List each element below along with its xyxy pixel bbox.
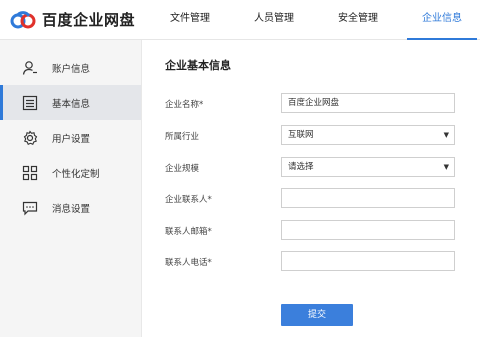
- field-label-text: 企业联系人: [165, 195, 208, 205]
- contact-phone-input[interactable]: [281, 251, 455, 271]
- form-row-industry: 所属行业 互联网 ▼: [165, 125, 465, 147]
- app-logo[interactable]: 百度企业网盘: [10, 6, 135, 32]
- gear-icon: [22, 129, 38, 146]
- submit-button[interactable]: 提交: [281, 304, 353, 326]
- form-row-company-name: 企业名称* 百度企业网盘: [165, 93, 465, 115]
- industry-label: 所属行业: [165, 130, 199, 142]
- sidebar-item-label: 基本信息: [52, 98, 91, 110]
- contact-email-label: 联系人邮箱*: [165, 225, 212, 237]
- tab-enterprise-info[interactable]: 企业信息: [400, 0, 480, 41]
- company-size-select-value: 请选择: [288, 162, 314, 172]
- sidebar-item-label: 账户信息: [52, 63, 91, 75]
- main-content: 企业基本信息 企业名称* 百度企业网盘 所属行业 互联网 ▼ 企业规模 请选择 …: [143, 40, 480, 337]
- sidebar-item-label: 个性化定制: [52, 168, 100, 180]
- required-mark: *: [207, 227, 212, 237]
- grid-icon: [22, 165, 38, 181]
- sidebar-item-basic-info[interactable]: 基本信息: [0, 85, 141, 120]
- user-icon: [22, 60, 38, 76]
- tab-people-management[interactable]: 人员管理: [232, 0, 316, 40]
- field-label-text: 企业规模: [165, 164, 200, 174]
- required-mark: *: [207, 258, 212, 268]
- sidebar-item-message-settings[interactable]: 消息设置: [0, 190, 141, 225]
- field-label-text: 所属行业: [165, 132, 200, 142]
- industry-select-value: 互联网: [288, 130, 314, 140]
- logo-text: 百度企业网盘: [42, 10, 136, 29]
- field-label-text: 联系人电话: [165, 258, 208, 268]
- contact-person-input[interactable]: [281, 188, 455, 208]
- industry-select[interactable]: 互联网 ▼: [281, 125, 455, 145]
- form-row-contact-person: 企业联系人*: [165, 188, 465, 210]
- dropdown-arrow-icon: ▼: [443, 163, 449, 171]
- top-nav: 文件管理 人员管理 安全管理 企业信息: [148, 0, 480, 41]
- sidebar-item-label: 消息设置: [52, 203, 91, 215]
- form-row-company-size: 企业规模 请选择 ▼: [165, 157, 465, 179]
- company-size-label: 企业规模: [165, 162, 199, 174]
- form-row-contact-email: 联系人邮箱*: [165, 220, 465, 242]
- sidebar-item-user-settings[interactable]: 用户设置: [0, 120, 141, 155]
- contact-phone-label: 联系人电话*: [165, 256, 212, 268]
- document-list-icon: [22, 95, 38, 111]
- tab-file-management[interactable]: 文件管理: [148, 0, 232, 40]
- company-name-label: 企业名称*: [165, 98, 203, 110]
- dropdown-arrow-icon: ▼: [443, 131, 449, 139]
- required-mark: *: [199, 100, 204, 110]
- sidebar-item-label: 用户设置: [52, 133, 91, 145]
- field-label-text: 企业名称: [165, 100, 200, 110]
- tab-security-management[interactable]: 安全管理: [316, 0, 400, 40]
- cloud-logo-icon: [10, 8, 36, 30]
- contact-email-input[interactable]: [281, 220, 455, 240]
- top-header: 百度企业网盘 文件管理 人员管理 安全管理 企业信息: [0, 0, 480, 41]
- company-name-input[interactable]: 百度企业网盘: [281, 93, 455, 113]
- sidebar-list: 账户信息 基本信息 用户设置 个性化定制 消息设置: [0, 40, 141, 225]
- sidebar-item-account-info[interactable]: 账户信息: [0, 50, 141, 85]
- field-label-text: 联系人邮箱: [165, 227, 208, 237]
- form-row-contact-phone: 联系人电话*: [165, 251, 465, 273]
- page-title: 企业基本信息: [165, 59, 231, 72]
- sidebar: 账户信息 基本信息 用户设置 个性化定制 消息设置: [0, 40, 142, 337]
- message-icon: [22, 200, 38, 216]
- contact-person-label: 企业联系人*: [165, 193, 212, 205]
- company-size-select[interactable]: 请选择 ▼: [281, 157, 455, 177]
- sidebar-item-personalization[interactable]: 个性化定制: [0, 155, 141, 190]
- required-mark: *: [207, 195, 212, 205]
